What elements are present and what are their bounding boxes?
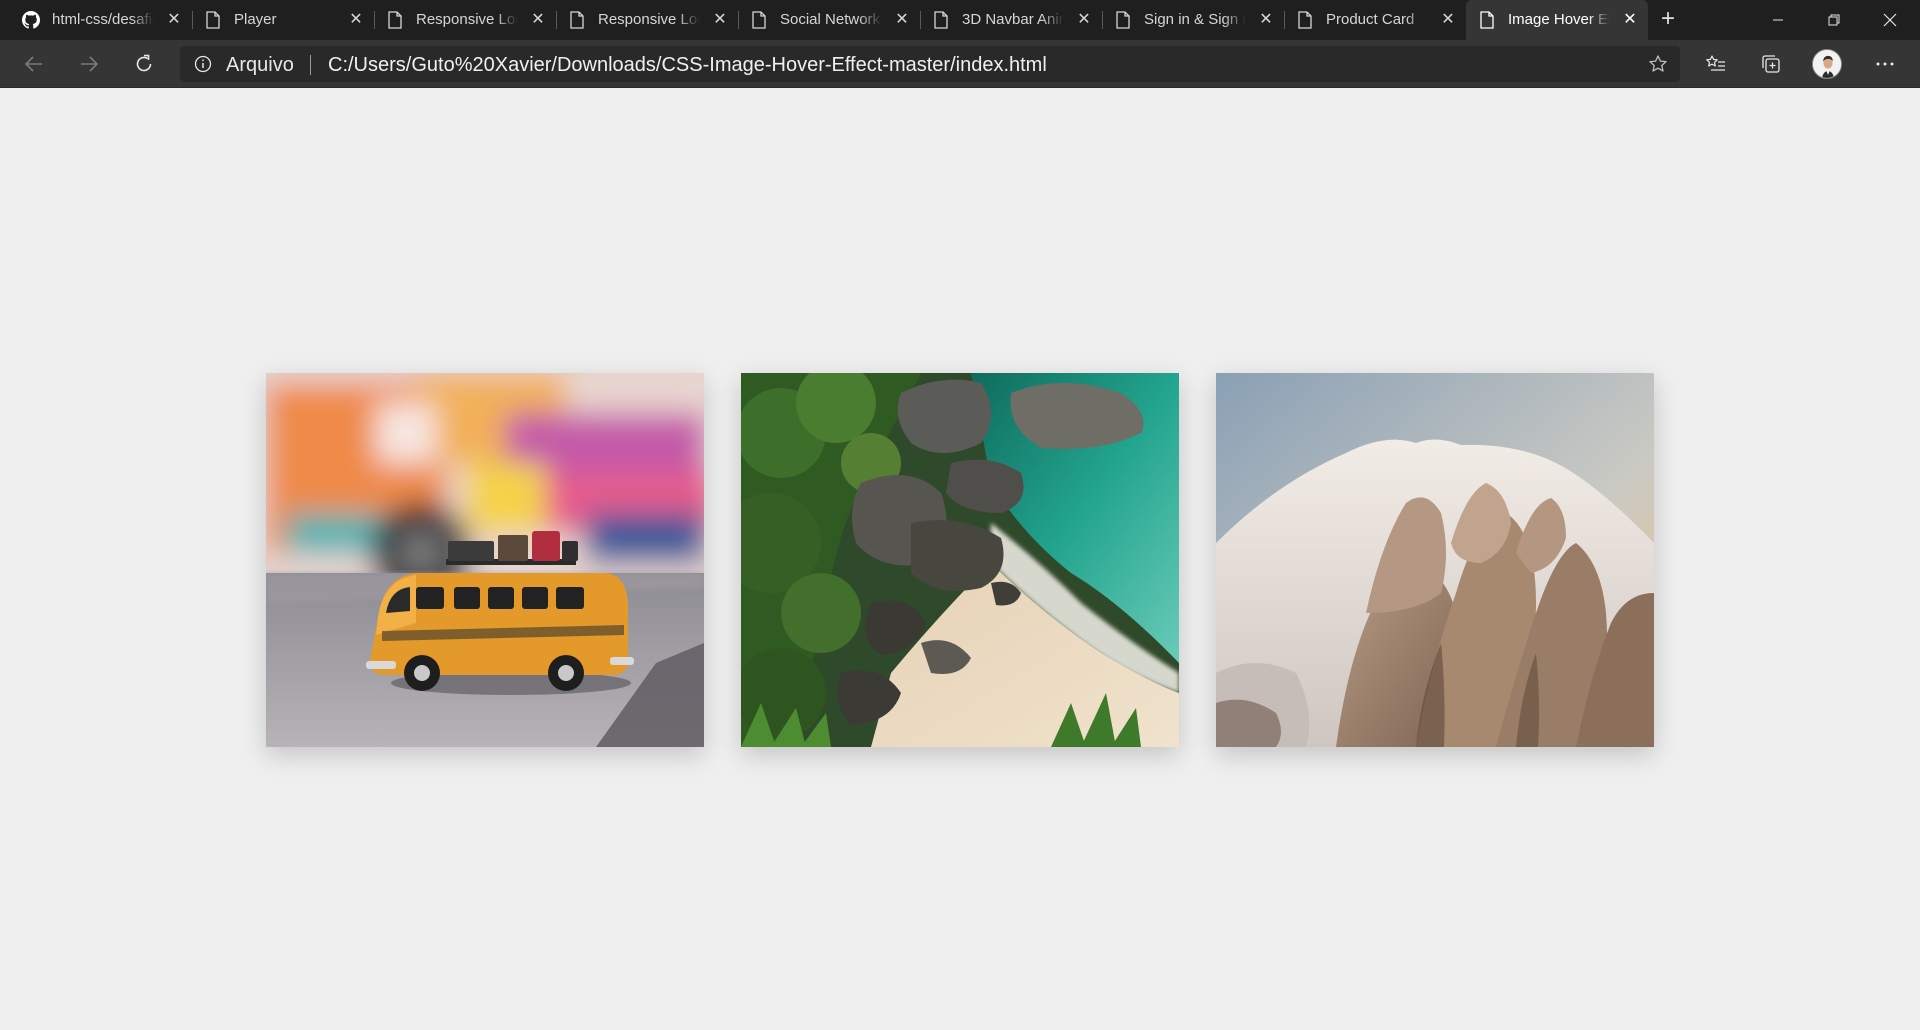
tab-player[interactable]: Player ✕ <box>192 0 370 40</box>
tab-title: Responsive Login <box>416 11 518 28</box>
tab-product-card[interactable]: Product Card ✕ <box>1284 0 1462 40</box>
tab-3d-navbar[interactable]: 3D Navbar Animation ✕ <box>920 0 1098 40</box>
forward-button[interactable] <box>71 46 107 82</box>
close-tab-icon[interactable]: ✕ <box>1257 11 1275 29</box>
avatar-image <box>1813 50 1841 78</box>
beach-rocks-image <box>741 373 1179 747</box>
tab-title: Social Network <box>780 11 881 28</box>
browser-toolbar: Arquivo C:/Users/Guto%20Xavier/Downloads… <box>0 40 1920 88</box>
tab-title: Responsive Login <box>598 11 700 28</box>
tab-title: Sign in & Sign up <box>1144 11 1246 28</box>
tab-title: Image Hover Effect <box>1508 11 1610 28</box>
close-tab-icon[interactable]: ✕ <box>165 11 183 29</box>
close-tab-icon[interactable]: ✕ <box>529 11 547 29</box>
page-icon <box>568 11 586 29</box>
image-card-snowy-mountain[interactable] <box>1216 373 1654 747</box>
collections-icon <box>1762 55 1780 73</box>
page-icon <box>204 11 222 29</box>
tab-title: html-css/desafios <box>52 11 154 28</box>
refresh-icon <box>136 54 152 72</box>
close-tab-icon[interactable]: ✕ <box>1621 11 1639 29</box>
back-button[interactable] <box>16 46 52 82</box>
tab-sign-in[interactable]: Sign in & Sign up ✕ <box>1102 0 1280 40</box>
close-tab-icon[interactable]: ✕ <box>1439 11 1457 29</box>
more-icon <box>1876 62 1894 66</box>
favorites-list-icon <box>1706 55 1725 71</box>
address-divider <box>310 55 311 75</box>
page-icon <box>1478 11 1496 29</box>
address-bar[interactable]: Arquivo C:/Users/Guto%20Xavier/Downloads… <box>180 46 1680 82</box>
tab-title: Player <box>234 11 277 28</box>
site-info-label[interactable]: Arquivo <box>226 54 294 76</box>
page-icon <box>386 11 404 29</box>
close-tab-icon[interactable]: ✕ <box>893 11 911 29</box>
close-window-button[interactable] <box>1862 0 1918 40</box>
close-tab-icon[interactable]: ✕ <box>1075 11 1093 29</box>
tab-title: 3D Navbar Animation <box>962 11 1064 28</box>
image-card-beach-rocks[interactable] <box>741 373 1179 747</box>
page-icon <box>1296 11 1314 29</box>
collections-button[interactable] <box>1753 46 1789 82</box>
tab-title: Product Card <box>1326 11 1415 28</box>
url-text[interactable]: C:/Users/Guto%20Xavier/Downloads/CSS-Ima… <box>328 54 1047 76</box>
github-icon <box>22 11 40 29</box>
tab-strip: html-css/desafios ✕ Player ✕ Responsive … <box>0 0 1920 40</box>
forward-arrow-icon <box>81 56 99 72</box>
new-tab-button[interactable]: + <box>1654 6 1682 34</box>
page-icon <box>932 11 950 29</box>
tab-responsive-login[interactable]: Responsive Login ✕ <box>374 0 552 40</box>
tab-social-network[interactable]: Social Network ✕ <box>738 0 916 40</box>
settings-more-button[interactable] <box>1867 46 1903 82</box>
page-content <box>0 89 1920 1030</box>
minimize-button[interactable] <box>1750 0 1806 40</box>
close-icon <box>1883 13 1897 27</box>
image-card-toy-van[interactable] <box>266 373 704 747</box>
profile-avatar[interactable] <box>1812 49 1842 79</box>
restore-button[interactable] <box>1806 0 1862 40</box>
close-tab-icon[interactable]: ✕ <box>347 11 365 29</box>
page-icon <box>750 11 768 29</box>
restore-icon <box>1828 14 1840 26</box>
tab-image-hover-effect[interactable]: Image Hover Effect ✕ <box>1466 0 1648 40</box>
tab-github[interactable]: html-css/desafios ✕ <box>10 0 188 40</box>
favorites-button[interactable] <box>1698 46 1734 82</box>
back-arrow-icon <box>24 56 42 72</box>
tab-responsive-login-2[interactable]: Responsive Login ✕ <box>556 0 734 40</box>
page-icon <box>1114 11 1132 29</box>
close-tab-icon[interactable]: ✕ <box>711 11 729 29</box>
info-icon[interactable] <box>194 55 212 73</box>
snowy-mountain-image <box>1216 373 1654 747</box>
favorite-star-icon[interactable] <box>1648 54 1668 74</box>
toy-van-image <box>266 373 704 747</box>
refresh-button[interactable] <box>126 46 162 82</box>
minimize-icon <box>1773 19 1783 21</box>
